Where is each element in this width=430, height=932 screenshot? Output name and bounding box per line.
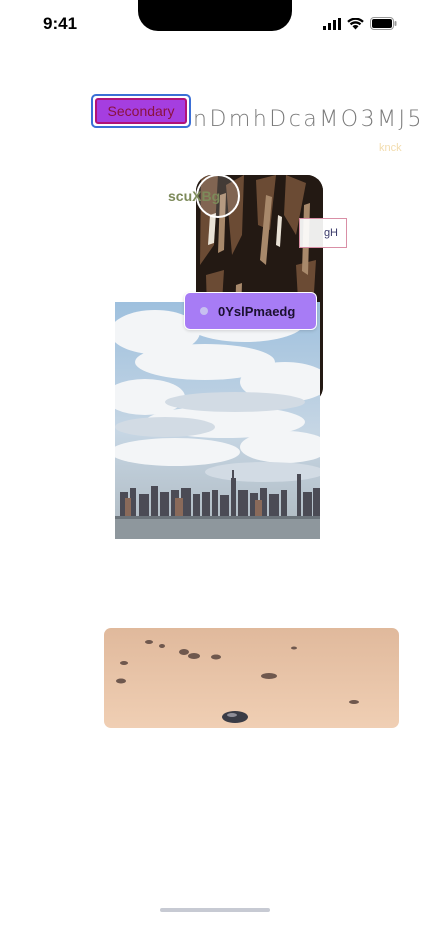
cellular-signal-icon [323, 17, 341, 30]
faint-label: knck [379, 142, 402, 154]
photo-sand-pebbles [104, 628, 399, 728]
small-input-label: gH [323, 227, 338, 239]
olive-label: scuXBg [168, 188, 221, 204]
home-indicator[interactable] [160, 908, 270, 912]
heading-text: nDmhDcaMO3MJ5 [193, 107, 425, 132]
wifi-icon [347, 17, 364, 29]
battery-icon [370, 17, 397, 30]
photo-city-skyline [115, 302, 320, 539]
status-icons [323, 17, 397, 30]
secondary-button-label: Secondary [95, 98, 187, 124]
chip-dot-icon [200, 307, 208, 315]
status-time: 9:41 [43, 14, 78, 33]
small-input-box[interactable]: gH [299, 218, 347, 248]
chip-label: 0YslPmaedg [218, 303, 296, 319]
tag-chip[interactable]: 0YslPmaedg [184, 292, 317, 330]
secondary-button[interactable]: Secondary [91, 94, 191, 128]
device-notch [138, 0, 292, 31]
